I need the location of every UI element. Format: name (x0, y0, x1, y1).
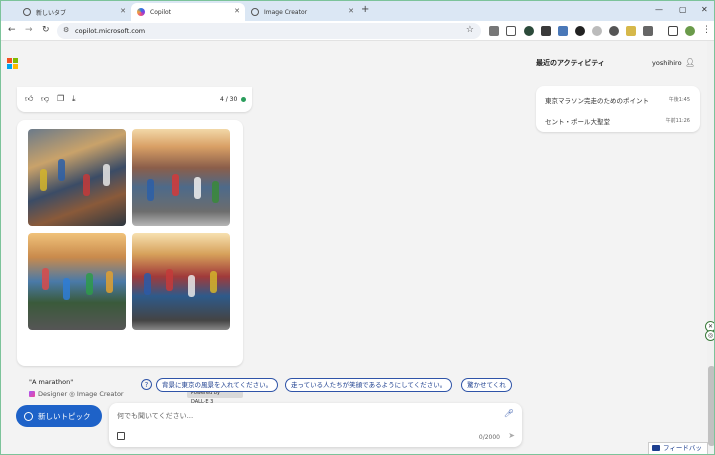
turn-counter: 4 / 30 (220, 96, 238, 103)
extension-icon[interactable] (592, 26, 602, 36)
download-icon[interactable]: ⤓ (72, 94, 76, 104)
suggestion-chip[interactable]: 背景に東京の風景を入れてください。 (156, 378, 279, 392)
suggestion-chip[interactable]: 走っている人たちが笑顔であるようにしてください。 (285, 378, 453, 392)
menu-icon[interactable]: ⋮ (702, 25, 711, 35)
address-bar[interactable]: ⚙ copilot.microsoft.com ☆ (57, 23, 481, 39)
char-counter: 0/2000 (478, 434, 500, 441)
profile-avatar[interactable] (685, 26, 695, 36)
new-tab-button[interactable]: + (361, 4, 369, 15)
thumbs-down-icon[interactable]: 👎︎ (41, 94, 49, 104)
activity-item-time: 午前11:26 (665, 118, 690, 124)
generated-image[interactable] (28, 233, 126, 330)
status-dot (241, 97, 246, 102)
generated-image[interactable] (28, 129, 126, 226)
user-name[interactable]: yoshihiro (652, 59, 682, 67)
star-icon[interactable]: ☆ (466, 25, 474, 35)
maximize-button[interactable]: ▢ (679, 5, 687, 14)
recent-activity-list: 東京マラソン完走のためのポイント 午後1:45 セント・ポール大聖堂 午前11:… (536, 86, 700, 132)
copy-icon[interactable]: ❐ (57, 94, 64, 103)
back-button[interactable]: ← (8, 25, 16, 35)
activity-title: 最近のアクティビティ (536, 59, 605, 67)
generated-image[interactable] (132, 129, 230, 226)
extension-icon[interactable] (626, 26, 636, 36)
tab-label: Copilot (150, 8, 172, 16)
new-topic-icon (24, 411, 33, 421)
browser-toolbar: ← → ↻ ⚙ copilot.microsoft.com ☆ ⋮ (1, 21, 714, 41)
copilot-icon (137, 8, 145, 16)
send-icon[interactable]: ➤ (508, 431, 515, 440)
globe-icon (23, 8, 31, 16)
image-caption: "A marathon" (29, 378, 74, 386)
new-topic-label: 新しいトピック (38, 411, 91, 421)
image-result-card: "A marathon" Designer ◎ Image Creator Po… (17, 120, 243, 405)
designer-credit[interactable]: Designer ◎ Image Creator (29, 390, 124, 398)
thumbs-up-icon[interactable]: 👍︎ (25, 94, 33, 104)
chat-input-placeholder[interactable]: 何でも聞いてください... (117, 411, 193, 421)
chat-input-box[interactable]: 何でも聞いてください... 🎤︎ 0/2000 ➤ (109, 403, 522, 447)
suggestion-chip[interactable]: 驚かせてくれ (461, 378, 512, 392)
url-text: copilot.microsoft.com (75, 27, 146, 35)
minimize-button[interactable]: — (655, 5, 663, 14)
activity-item-time: 午後1:45 (668, 97, 690, 103)
designer-label: Designer ◎ Image Creator (38, 390, 124, 398)
tab-label: Image Creator (264, 8, 308, 16)
forward-button[interactable]: → (25, 25, 33, 35)
close-icon[interactable]: ✕ (348, 7, 354, 15)
image-upload-icon[interactable] (117, 432, 125, 440)
feedback-icon (652, 445, 660, 451)
designer-icon (29, 391, 35, 397)
sidebar-toggle-icon[interactable] (668, 26, 678, 36)
tab-image-creator[interactable]: Image Creator ✕ (245, 3, 359, 21)
help-icon[interactable]: ? (141, 379, 152, 390)
extension-icon[interactable] (541, 26, 551, 36)
extension-icon[interactable] (575, 26, 585, 36)
search-icon (251, 8, 259, 16)
new-topic-button[interactable]: 新しいトピック (16, 405, 102, 427)
extension-icon[interactable] (524, 26, 534, 36)
microsoft-logo[interactable] (7, 58, 18, 69)
microphone-icon[interactable]: 🎤︎ (504, 409, 514, 418)
tab-label: 新しいタブ (36, 9, 67, 17)
tab-new-tab[interactable]: 新しいタブ ✕ (17, 3, 131, 21)
reload-button[interactable]: ↻ (42, 25, 50, 35)
link-icon[interactable] (558, 26, 568, 36)
response-feedback-bar: 👍︎ 👎︎ ❐ ⤓ 4 / 30 (17, 87, 252, 112)
close-icon[interactable]: ✕ (234, 7, 240, 15)
browser-window: 新しいタブ ✕ Copilot ✕ Image Creator ✕ + — ▢ … (0, 0, 715, 455)
extension-icon[interactable] (643, 26, 653, 36)
user-icon[interactable]: 👤︎ (685, 58, 695, 67)
close-icon[interactable]: ✕ (120, 7, 126, 15)
extension-icon[interactable] (489, 26, 499, 36)
scrollbar-thumb[interactable] (708, 366, 714, 446)
feedback-label: フィードバック (663, 444, 702, 452)
camera-icon[interactable] (506, 26, 516, 36)
tab-copilot[interactable]: Copilot ✕ (131, 3, 245, 21)
feedback-button[interactable]: フィードバック (648, 442, 708, 454)
activity-item-label: セント・ポール大聖堂 (545, 118, 610, 126)
site-info-icon[interactable]: ⚙ (63, 26, 69, 34)
extension-icon[interactable] (609, 26, 619, 36)
close-window-button[interactable]: ✕ (701, 5, 708, 14)
activity-item-label: 東京マラソン完走のためのポイント (545, 97, 649, 105)
side-extension-icon[interactable]: ◎ (705, 330, 714, 341)
generated-image[interactable] (132, 233, 230, 330)
copilot-page: 👍︎ 👎︎ ❐ ⤓ 4 / 30 "A marathon" Designer ◎… (1, 41, 707, 454)
tab-strip: 新しいタブ ✕ Copilot ✕ Image Creator ✕ + — ▢ … (1, 1, 714, 21)
